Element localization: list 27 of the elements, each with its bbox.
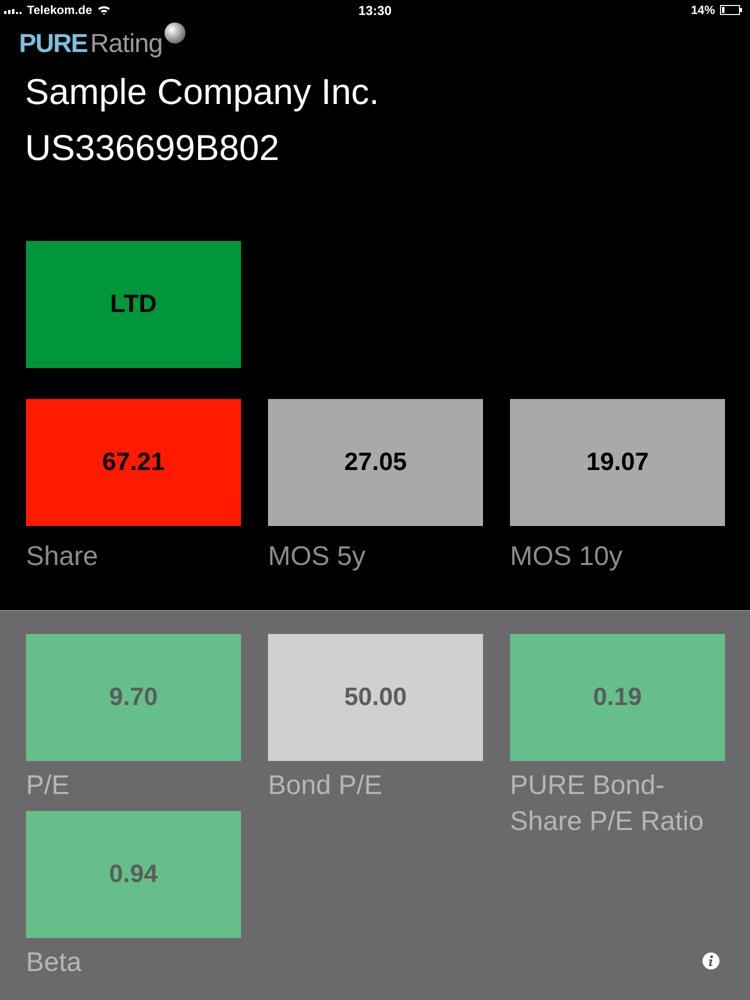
metric-tile: 67.21 — [26, 399, 241, 526]
metric-label: Share — [26, 540, 100, 573]
metric-tile: 9.70 — [26, 634, 241, 761]
carrier-name: Telekom.de — [27, 3, 92, 17]
sphere-icon — [164, 22, 186, 44]
logo-text: PURE — [19, 28, 88, 58]
signal-icon — [4, 6, 22, 14]
rating-tile: LTD — [26, 241, 241, 368]
metric-tile: 50.00 — [268, 634, 483, 761]
metric-tile: 0.94 — [26, 811, 241, 938]
metric-tile: 27.05 — [268, 399, 483, 526]
isin-code: US336699B802 — [25, 126, 280, 170]
metric-label: Bond P/E — [268, 769, 384, 802]
wifi-icon — [97, 5, 112, 15]
battery-percentage: 14% — [690, 3, 715, 17]
logo-text: Rating — [90, 28, 162, 58]
metric-label: MOS 5y — [268, 540, 367, 573]
metric-label: PURE Bond-Share P/E Ratio — [510, 769, 705, 838]
company-name: Sample Company Inc. — [25, 70, 380, 114]
metric-label: MOS 10y — [510, 540, 624, 573]
metric-label: Beta — [26, 946, 83, 979]
metric-label: P/E — [26, 769, 71, 802]
metric-tile: 19.07 — [510, 399, 725, 526]
info-icon[interactable] — [702, 952, 720, 970]
battery-icon — [720, 5, 742, 15]
clock-time: 13:30 — [358, 2, 392, 18]
metric-tile: 0.19 — [510, 634, 725, 761]
